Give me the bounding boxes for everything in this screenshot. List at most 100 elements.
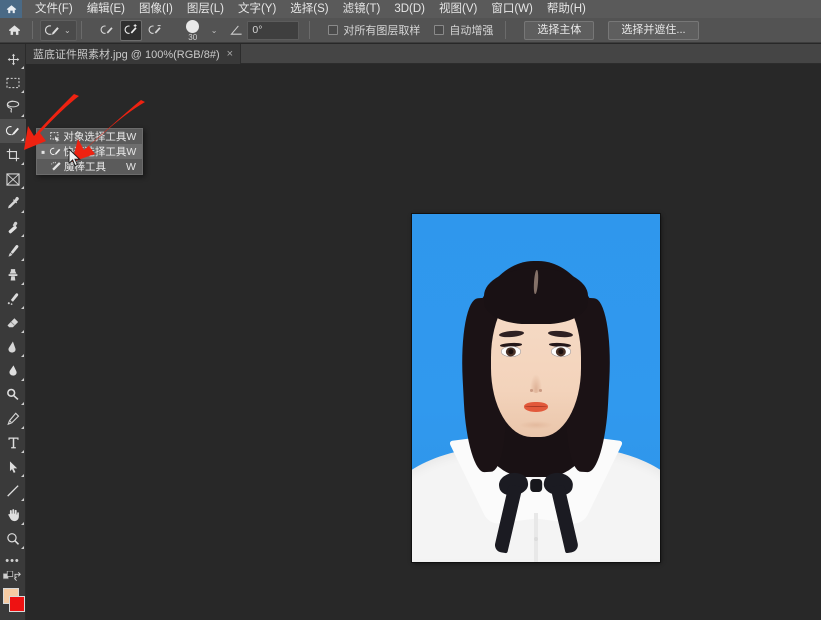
menu-item-file[interactable]: 文件(F) [28,0,80,18]
close-icon[interactable]: × [227,48,233,60]
tool-group-indicator [21,330,24,333]
menu-item-window[interactable]: 窗口(W) [484,0,540,18]
iris-right [555,346,566,357]
angle-input[interactable]: 0° [247,20,300,40]
history-brush-icon [7,293,19,305]
menu-item-image[interactable]: 图像(I) [132,0,180,18]
tool-group-indicator [21,474,24,477]
swap-colors-icon [13,571,21,581]
document-image[interactable] [412,214,660,562]
gradient-icon [8,341,16,353]
color-swatches[interactable] [0,586,26,620]
menu-item-layer[interactable]: 图层(L) [180,0,231,18]
brush-size-picker[interactable]: 30 [178,19,208,42]
sample-all-layers-checkbox[interactable]: 对所有图层取样 [328,22,420,38]
flyout-item-magic-wand-tool[interactable]: 魔棒工具 W [37,159,142,174]
flyout-item-shortcut: W [126,145,137,158]
mouse-cursor [68,148,81,167]
tool-group-indicator [21,402,24,405]
select-and-mask-button[interactable]: 选择并遮住... [608,20,699,40]
quick-select-new-icon[interactable] [96,20,118,41]
tool-preset-picker[interactable]: ⌄ [40,19,77,41]
spot-healing-brush-tool[interactable] [0,215,26,239]
divider [505,21,507,39]
eraser-icon [7,318,19,328]
select-subject-button[interactable]: 选择主体 [524,20,595,40]
rectangular-marquee-tool[interactable] [0,71,26,95]
line-icon [7,485,19,497]
marquee-icon [6,77,20,89]
canvas-area[interactable] [26,64,821,620]
angle-control: 0° [230,20,300,40]
quick-select-subtract-icon[interactable] [144,20,166,41]
options-home-icon[interactable] [0,18,28,43]
tool-group-indicator [21,354,24,357]
document-tab[interactable]: 蓝底证件照素材.jpg @ 100%(RGB/8#) × [26,44,242,64]
horizontal-type-tool[interactable] [0,431,26,455]
brush-chevron-down-icon[interactable]: ⌄ [211,26,218,35]
tool-group-indicator [21,450,24,453]
brush-preview-icon [186,19,200,33]
crop-tool[interactable] [0,143,26,167]
color-mode-row [0,570,26,586]
lasso-tool[interactable] [0,95,26,119]
eyedropper-tool[interactable] [0,191,26,215]
flyout-item-object-selection-tool[interactable]: 对象选择工具 W [37,129,142,144]
chevron-down-icon[interactable]: ⌄ [64,26,71,35]
auto-enhance-checkbox[interactable]: 自动增强 [434,22,493,38]
eyedropper-icon [8,196,19,209]
divider [309,21,311,39]
menu-item-3d[interactable]: 3D(D) [387,0,432,18]
blur-tool[interactable] [0,359,26,383]
flyout-item-shortcut: W [126,160,136,173]
bow-knot [530,479,542,493]
tool-flyout-menu[interactable]: 对象选择工具 W ▪ 快速选择工具 W 魔棒工具 W [36,128,143,175]
menu-item-type[interactable]: 文字(Y) [231,0,283,18]
hand-tool[interactable] [0,503,26,527]
home-icon[interactable] [0,0,22,18]
quick-selection-tool[interactable] [0,119,26,143]
checkbox-box[interactable] [434,25,445,35]
zoom-tool[interactable] [0,527,26,551]
brush-icon [8,245,19,257]
options-bar: ⌄ 30 ⌄ 0° 对所有图层取样 自动增强 选择主体 选择并遮住... [0,18,821,43]
tool-group-indicator [21,498,24,501]
quick-selection-icon [48,146,64,157]
brush-tool[interactable] [0,239,26,263]
clone-stamp-tool[interactable] [0,263,26,287]
menu-items: 文件(F) 编辑(E) 图像(I) 图层(L) 文字(Y) 选择(S) 滤镜(T… [22,0,593,18]
selected-bullet: ▪ [41,144,46,159]
flyout-item-quick-selection-tool[interactable]: ▪ 快速选择工具 W [37,144,142,159]
path-selection-tool[interactable] [0,455,26,479]
type-icon [7,437,19,449]
line-shape-tool[interactable] [0,479,26,503]
tool-group-indicator [21,258,24,261]
move-icon [7,53,19,65]
tool-group-indicator [21,162,24,165]
frame-icon [6,172,20,186]
background-color-swatch[interactable] [9,596,25,612]
quick-select-add-icon[interactable] [119,19,142,41]
iris-left [506,346,517,357]
frame-tool[interactable] [0,167,26,191]
menu-item-help[interactable]: 帮助(H) [540,0,593,18]
history-brush-tool[interactable] [0,287,26,311]
gradient-tool[interactable] [0,335,26,359]
move-tool[interactable] [0,47,26,71]
menu-item-edit[interactable]: 编辑(E) [80,0,132,18]
eraser-tool[interactable] [0,311,26,335]
pen-tool[interactable] [0,407,26,431]
blur-drop-icon [8,365,17,376]
checkbox-box[interactable] [328,25,339,35]
tool-group-indicator [21,378,24,381]
menu-item-view[interactable]: 视图(V) [432,0,484,18]
edit-toolbar-button[interactable]: ••• [0,556,25,570]
menu-item-filter[interactable]: 滤镜(T) [336,0,388,18]
selection-mode-group [96,19,166,41]
path-arrow-icon [9,461,17,473]
divider [32,21,33,39]
tool-group-indicator [21,306,24,309]
dodge-tool[interactable] [0,383,26,407]
eye-right [550,346,571,358]
menu-item-select[interactable]: 选择(S) [283,0,335,18]
